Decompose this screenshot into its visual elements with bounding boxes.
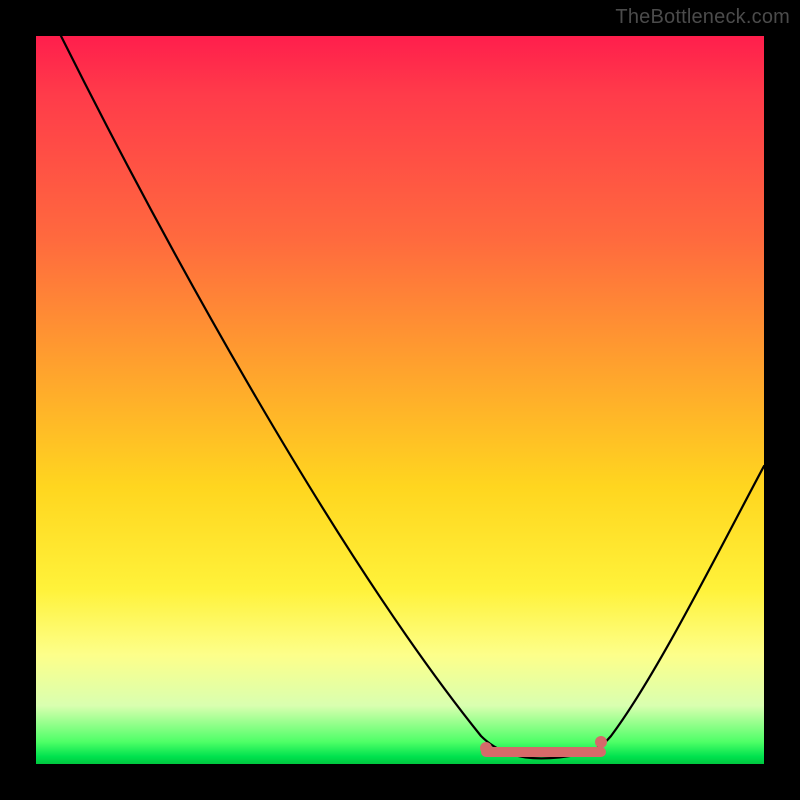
optimal-segment-start bbox=[480, 742, 492, 754]
watermark-text: TheBottleneck.com bbox=[615, 6, 790, 29]
optimal-segment-end bbox=[595, 736, 607, 748]
plot-area bbox=[36, 36, 764, 764]
curve-layer bbox=[36, 36, 764, 764]
chart-frame: TheBottleneck.com bbox=[0, 0, 800, 800]
bottleneck-curve bbox=[61, 36, 764, 758]
